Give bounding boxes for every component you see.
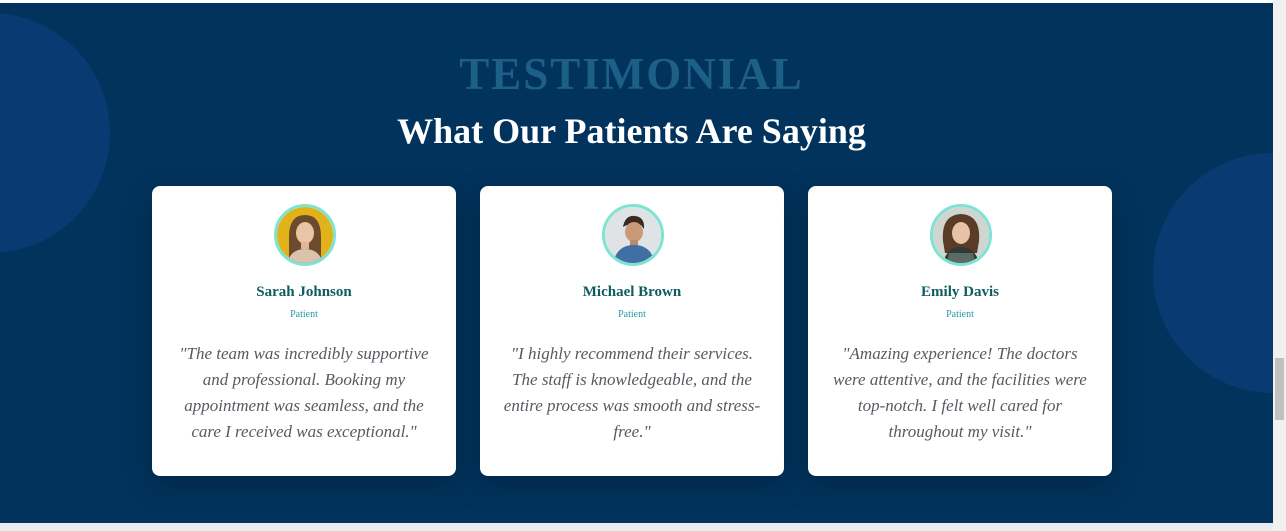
- testimonial-quote: "Amazing experience! The doctors were at…: [833, 344, 1087, 441]
- testimonial-quote: "The team was incredibly supportive and …: [179, 344, 429, 441]
- testimonial-card: Sarah Johnson Patient "The team was incr…: [152, 186, 456, 476]
- testimonial-quote: "I highly recommend their services. The …: [503, 344, 761, 441]
- testimonial-name: Sarah Johnson: [256, 284, 352, 300]
- testimonial-role: Patient: [290, 309, 318, 320]
- testimonial-name: Emily Davis: [921, 284, 999, 300]
- avatar: [602, 204, 664, 266]
- section-headline: What Our Patients Are Saying: [397, 111, 866, 151]
- avatar: [930, 204, 992, 266]
- testimonial-card: Michael Brown Patient "I highly recommen…: [480, 186, 784, 476]
- avatar: [274, 204, 336, 266]
- testimonial-role: Patient: [618, 309, 646, 320]
- testimonial-role: Patient: [946, 309, 974, 320]
- scrollbar-thumb[interactable]: [1275, 358, 1284, 420]
- testimonial-name: Michael Brown: [582, 284, 682, 300]
- vertical-scrollbar[interactable]: [1273, 0, 1286, 531]
- testimonial-card: Emily Davis Patient "Amazing experience!…: [808, 186, 1112, 476]
- testimonial-section: TESTIMONIAL What Our Patients Are Saying…: [0, 3, 1273, 523]
- decorative-circle-right: [1153, 153, 1273, 393]
- section-eyebrow: TESTIMONIAL: [459, 49, 804, 99]
- bottom-strip: [0, 523, 1273, 531]
